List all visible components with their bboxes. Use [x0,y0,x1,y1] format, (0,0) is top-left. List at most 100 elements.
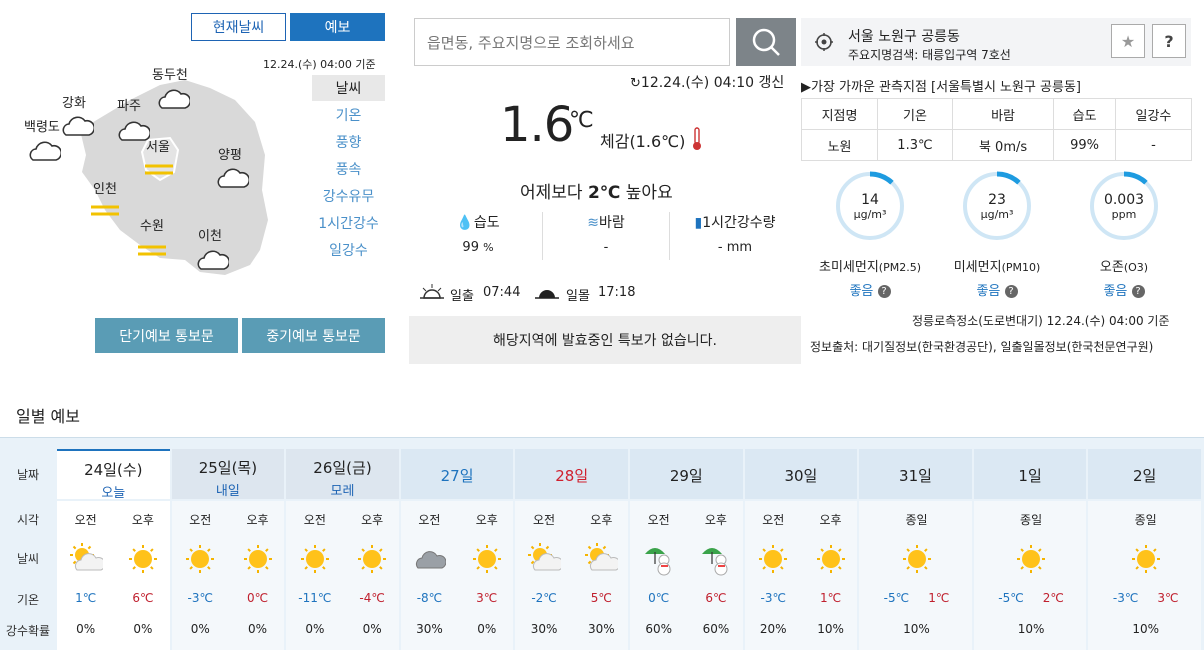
fog-icon[interactable] [138,243,166,263]
map-menu-item[interactable]: 1시간강수 [312,213,385,233]
precip-prob: 10% [1132,622,1160,636]
sunrise-label: 일출 [450,289,474,304]
table-cell: 1.3℃ [877,129,953,161]
fog-icon[interactable] [145,162,173,182]
row-label: 강수확률 [5,624,51,638]
location-sub: 주요지명검색: 태릉입구역 7호선 [848,48,1011,62]
map-shape [80,80,268,275]
air-grade[interactable]: 좋음 ? [957,280,1037,299]
short-term-report-button[interactable]: 단기예보 통보문 [95,318,238,353]
am-precip: 30% [416,622,443,636]
sunset-label: 일몰 [566,289,590,304]
map-menu-item[interactable]: 일강수 [312,240,385,260]
table-cell: - [1114,129,1193,161]
am-temp: -3℃ [187,591,213,605]
table-cell: 북 0m/s [951,129,1055,161]
pm-temp: 1℃ [819,591,842,605]
pm-precip: 10% [817,622,844,636]
sun-icon [814,542,848,580]
table-cell: 99% [1053,129,1116,161]
air-grade[interactable]: 좋음 ? [1084,280,1164,299]
day-header[interactable]: 31일 [859,449,972,499]
pm-temp: 3℃ [476,591,498,605]
sun-icon [900,542,934,580]
am-temp: -8℃ [416,591,443,605]
cloud-icon[interactable] [116,118,152,148]
am-precip: 0% [190,622,210,636]
fog-icon[interactable] [91,203,119,223]
day-header[interactable]: 28일 [515,449,628,499]
help-button[interactable]: ? [1152,24,1186,58]
warning-box: 해당지역에 발효중인 특보가 없습니다. [409,316,801,364]
help-icon[interactable]: ? [1004,285,1018,298]
help-icon[interactable]: ? [877,285,891,298]
refresh-icon[interactable]: ↻ [630,76,641,91]
day-header[interactable]: 1일 [973,449,1087,499]
map-city-label: 강화 [62,96,86,111]
am-label: 오전 [74,513,97,527]
sun-icon [470,542,504,580]
air-name: 오존(O3) [1099,260,1149,275]
am-temp: 0℃ [648,591,670,605]
temp-unit: ℃ [569,108,594,133]
air-grade[interactable]: 좋음 ? [830,280,910,299]
map-menu-item[interactable]: 날씨 [312,78,385,98]
air-name: 미세먼지(PM10) [953,260,1041,275]
day-header[interactable]: 25일(목) 내일 [171,449,285,499]
allday-label: 종일 [1134,513,1157,527]
pm-temp: 6℃ [705,591,727,605]
map-city-label: 양평 [218,148,242,163]
am-temp: -11℃ [298,591,332,605]
current-temp: 1.6 [500,97,574,153]
favorite-star-icon[interactable]: ★ [1111,24,1145,58]
search-input[interactable]: 읍면동, 주요지명으로 조회하세요 [414,18,730,66]
region-map[interactable] [10,60,300,310]
cloud-icon[interactable] [195,247,231,277]
cloud-icon[interactable] [27,138,63,168]
pm-label: 오후 [361,513,384,527]
tab-current-weather[interactable]: 현재날씨 [191,13,286,41]
cloud-icon[interactable] [60,113,96,143]
am-label: 오전 [418,513,441,527]
day-header[interactable]: 27일 [400,449,514,499]
pm-temp: -4℃ [359,591,385,605]
help-icon[interactable]: ? [1131,285,1145,298]
am-label: 오전 [762,513,785,527]
am-label: 오전 [303,513,326,527]
day-header[interactable]: 30일 [744,449,858,499]
am-label: 오전 [647,513,670,527]
cloud-icon [412,542,447,580]
pm-label: 오후 [475,513,498,527]
am-label: 오전 [532,513,556,527]
map-menu-item[interactable]: 기온 [312,105,385,125]
tab-forecast[interactable]: 예보 [290,13,385,41]
day-header[interactable]: 26일(금) 모레 [286,449,399,499]
cloud-icon[interactable] [156,86,192,116]
observation-table: 지점명 기온 바람 습도 일강수 노원 1.3℃ 북 0m/s 99% - [800,98,1193,161]
map-menu-item[interactable]: 강수유무 [312,186,385,206]
day-header[interactable]: 24일(수) 오늘 [57,449,170,501]
pm-label: 오후 [246,513,269,527]
snow-rain-icon [642,542,676,580]
daily-title: 일별 예보 [16,407,80,426]
day-header[interactable]: 29일 [630,449,743,499]
cloud-icon[interactable] [215,165,251,195]
am-precip: 0% [305,622,325,636]
am-precip: 60% [645,622,672,636]
gps-icon[interactable] [815,33,833,51]
sunrise-icon [420,284,444,299]
air-name: 초미세먼지(PM2.5) [818,260,921,275]
map-city-label: 동두천 [152,68,188,83]
air-unit: ppm [1111,208,1137,221]
map-menu-item[interactable]: 풍향 [312,132,385,152]
search-button[interactable] [736,18,796,66]
temp-range: -3℃ 3℃ [1112,591,1179,605]
partly-cloudy-icon [584,542,621,580]
mid-term-report-button[interactable]: 중기예보 통보문 [242,318,385,353]
day-header[interactable]: 2일 [1088,449,1201,499]
pm-label: 오후 [590,513,613,527]
sun-icon [756,542,790,580]
pm-precip: 60% [702,622,730,636]
map-menu-item[interactable]: 풍속 [312,159,385,179]
partly-cloudy-icon [527,542,564,580]
